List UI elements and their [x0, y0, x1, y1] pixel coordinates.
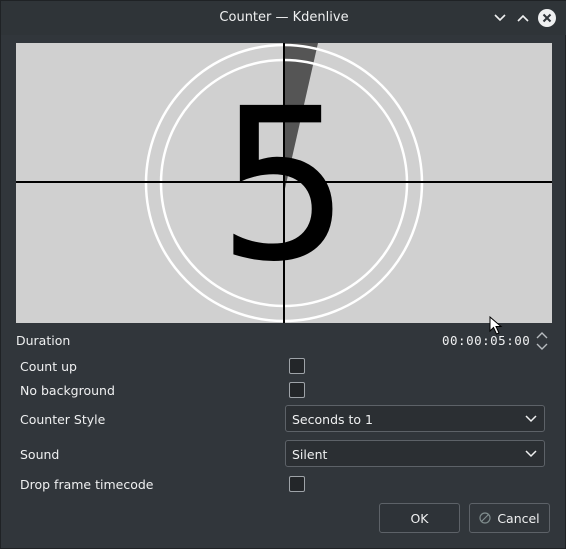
count-up-checkbox[interactable] [289, 358, 305, 374]
duration-spinner[interactable] [535, 331, 549, 351]
ok-button[interactable]: OK [379, 503, 460, 533]
sound-label: Sound [20, 447, 60, 462]
cancel-button-label: Cancel [497, 510, 540, 526]
counter-preview: 5 [16, 43, 552, 323]
sound-select[interactable]: Silent [285, 440, 545, 467]
close-button[interactable] [537, 8, 557, 28]
sound-value: Silent [292, 447, 328, 462]
countdown-leader: 5 [16, 43, 552, 323]
minimize-button[interactable] [490, 8, 510, 28]
duration-label: Duration [16, 333, 71, 348]
window-title: Counter — Kdenlive [219, 10, 349, 25]
duration-timecode-input[interactable]: 00:00:05:00 [442, 333, 530, 348]
count-up-label: Count up [20, 359, 77, 374]
no-background-label: No background [20, 383, 115, 398]
mouse-pointer-icon [489, 316, 503, 335]
no-background-checkbox[interactable] [289, 382, 305, 398]
counter-dialog: Counter — Kdenlive 5 Duration 00:00:05:0… [0, 0, 566, 549]
cancel-icon [479, 512, 491, 524]
counter-style-select[interactable]: Seconds to 1 [285, 405, 545, 432]
drop-frame-label: Drop frame timecode [20, 477, 154, 492]
counter-style-value: Seconds to 1 [292, 412, 373, 427]
maximize-button[interactable] [513, 8, 533, 28]
chevron-down-icon [525, 450, 537, 458]
chevron-up-icon [517, 14, 529, 22]
counter-style-label: Counter Style [20, 412, 106, 427]
chevron-down-icon [494, 14, 506, 22]
chevron-down-icon [525, 415, 537, 423]
titlebar: Counter — Kdenlive [1, 1, 566, 35]
ok-button-label: OK [410, 510, 429, 526]
close-icon [538, 9, 556, 27]
cancel-button[interactable]: Cancel [469, 503, 550, 533]
drop-frame-checkbox[interactable] [289, 476, 305, 492]
